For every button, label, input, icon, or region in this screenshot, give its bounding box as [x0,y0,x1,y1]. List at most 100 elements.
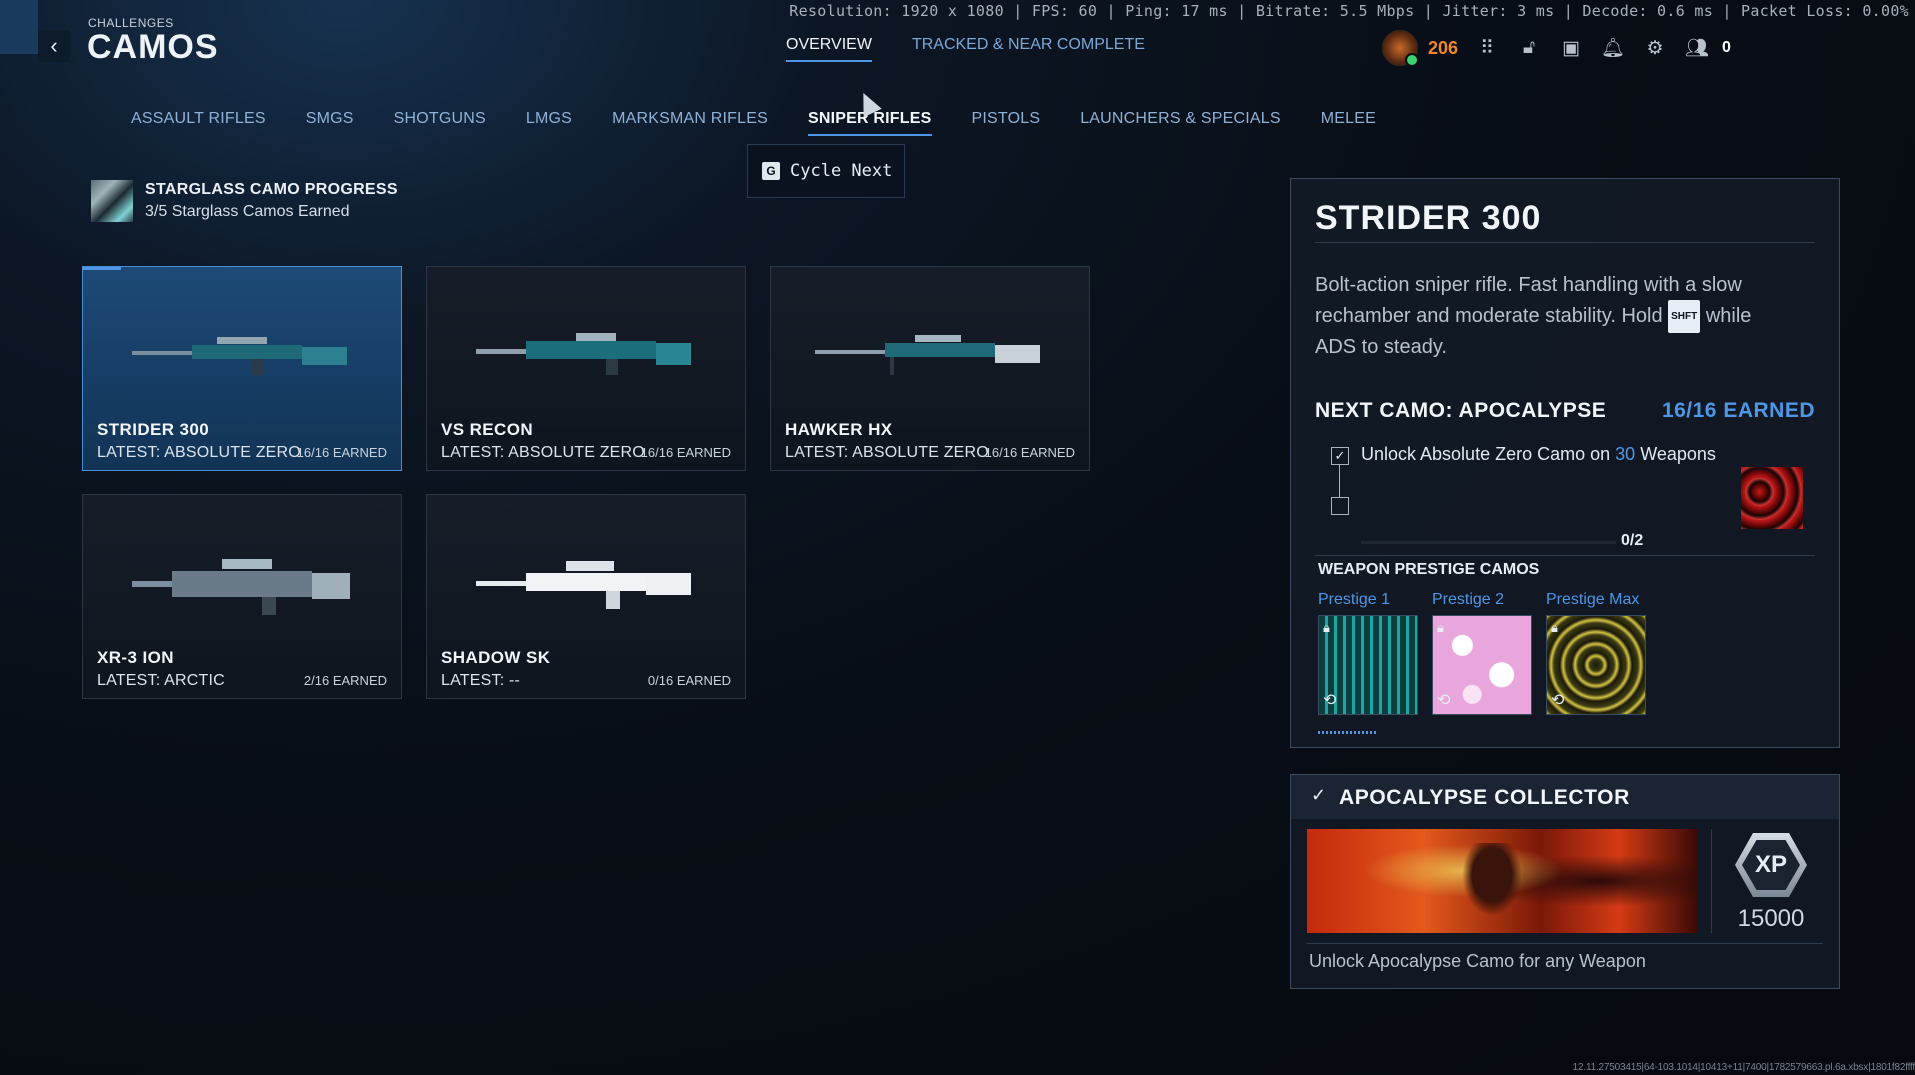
scroll-indicator [1318,731,1378,734]
checkbox-checked-icon: ✓ [1331,447,1349,465]
collector-artwork [1307,829,1697,933]
key-g-icon: G [762,162,780,180]
weapon-name: XR-3 ION [97,648,174,667]
weapon-name: SHADOW SK [441,648,551,667]
sniper-rifle-icon [476,561,691,609]
prestige-1[interactable]: Prestige 1 🔒︎ ⟲ [1318,591,1418,715]
progress-title: STARGLASS CAMO PROGRESS [145,181,398,198]
weapon-earned: 2/16 EARNED [303,673,387,688]
sniper-rifle-icon [132,337,347,375]
weapon-card-vs-recon[interactable]: VS RECON LATEST: ABSOLUTE ZERO 16/16 EAR… [426,266,746,471]
connector-line [1339,465,1340,497]
collector-header: ✓ APOCALYPSE COLLECTOR [1291,775,1839,819]
tab-launchers-specials[interactable]: LAUNCHERS & SPECIALS [1080,110,1281,136]
challenge-progress-bar [1361,541,1616,544]
tab-shotguns[interactable]: SHOTGUNS [394,110,486,136]
apocalypse-camo-swatch [1741,467,1803,529]
progress-subtitle: 3/5 Starglass Camos Earned [145,203,350,220]
weapon-card-xr-3-ion[interactable]: XR-3 ION LATEST: ARCTIC 2/16 EARNED [82,494,402,699]
bell-icon[interactable]: 🔔︎ [1600,35,1626,61]
divider [1315,242,1815,243]
camos-earned-count: 16/16 EARNED [1661,399,1815,422]
currency-count: 206 [1428,37,1459,58]
shift-key-icon: SHFT [1668,300,1701,333]
camera-icon[interactable]: ▣ [1558,35,1584,61]
page-title: CAMOS [87,28,219,66]
prestige-label: Prestige Max [1546,591,1640,608]
apocalypse-collector-panel[interactable]: ✓ APOCALYPSE COLLECTOR XP 15000 Unlock A… [1290,774,1840,989]
tooltip-label: Cycle Next [790,161,893,181]
prestige-max[interactable]: Prestige Max 🔒︎ ⟲ [1546,591,1646,715]
weapon-earned: 16/16 EARNED [984,445,1075,460]
prestige-2[interactable]: Prestige 2 🔒︎ ⟲ [1432,591,1532,715]
weapon-card-shadow-sk[interactable]: SHADOW SK LATEST: -- 0/16 EARNED [426,494,746,699]
next-camo-label: NEXT CAMO: APOCALYPSE [1315,399,1607,422]
weapon-name: VS RECON [441,420,533,439]
weapon-card-hawker-hx[interactable]: HAWKER HX LATEST: ABSOLUTE ZERO 16/16 EA… [770,266,1090,471]
tab-tracked-near-complete[interactable]: TRACKED & NEAR COMPLETE [912,36,1145,62]
lock-icon: 🔒︎ [1551,620,1558,635]
challenge-requirement: Unlock Absolute Zero Camo on 30 Weapons [1361,444,1716,465]
unlock-icon[interactable]: 🔓︎ [1516,35,1542,61]
weapon-earned: 16/16 EARNED [296,445,387,460]
weapon-card-strider-300[interactable]: STRIDER 300 LATEST: ABSOLUTE ZERO 16/16 … [82,266,402,471]
prestige-2-swatch: 🔒︎ ⟲ [1432,615,1532,715]
selection-indicator [83,267,121,270]
starglass-camo-icon [91,180,133,222]
requirement-count: 30 [1615,444,1636,464]
challenge-progress-label: 0/2 [1621,532,1644,549]
stream-stats-bar: Resolution: 1920 x 1080 | FPS: 60 | Ping… [789,2,1909,20]
tab-assault-rifles[interactable]: ASSAULT RIFLES [131,110,266,136]
prestige-label: Prestige 1 [1318,591,1391,608]
prestige-label: Prestige 2 [1432,591,1505,608]
sniper-rifle-icon [476,333,691,375]
starglass-progress: STARGLASS CAMO PROGRESS 3/5 Starglass Ca… [91,180,398,222]
lock-icon: 🔒︎ [1437,620,1444,635]
weapon-description: Bolt-action sniper rifle. Fast handling … [1315,271,1785,362]
lock-icon: 🔒︎ [1323,620,1330,635]
player-emblem[interactable] [1382,30,1419,67]
collector-description: Unlock Apocalypse Camo for any Weapon [1309,951,1646,971]
checkbox-empty-icon [1331,497,1349,515]
prestige-max-swatch: 🔒︎ ⟲ [1546,615,1646,715]
weapon-latest: LATEST: ABSOLUTE ZERO [441,444,645,461]
build-string: 12.11.27503415|64-103.1014|10413+11|7400… [1572,1062,1915,1073]
xp-badge-icon: XP [1731,829,1811,901]
top-tabs: OVERVIEW TRACKED & NEAR COMPLETE [786,36,1145,62]
cycle-next-tooltip[interactable]: G Cycle Next [747,144,905,198]
weapon-name: HAWKER HX [785,420,893,439]
detail-title: STRIDER 300 [1315,199,1542,237]
tab-smgs[interactable]: SMGS [306,110,354,136]
tab-melee[interactable]: MELEE [1321,110,1376,136]
weapon-name: STRIDER 300 [97,420,210,439]
collector-title: APOCALYPSE COLLECTOR [1339,786,1630,809]
xp-reward-value: 15000 [1737,905,1805,932]
party-count: 0 [1722,39,1731,56]
grid-icon[interactable]: ⠿ [1474,35,1500,61]
side-menu-tab[interactable] [0,0,38,54]
checkmark-icon: ✓ [1311,785,1327,805]
requirement-text: Unlock Absolute Zero Camo on [1361,444,1611,464]
category-tabs: ASSAULT RIFLES SMGS SHOTGUNS LMGS MARKSM… [131,110,1416,136]
prestige-camos: Prestige 1 🔒︎ ⟲ Prestige 2 🔒︎ ⟲ Prestige… [1318,591,1646,715]
tab-pistols[interactable]: PISTOLS [972,110,1041,136]
party-icon[interactable]: 👥︎ [1684,35,1710,61]
gear-icon[interactable]: ⚙ [1642,35,1668,61]
sniper-rifle-icon [815,335,1040,375]
sniper-rifle-icon [132,559,350,615]
weapon-detail-panel: STRIDER 300 Bolt-action sniper rifle. Fa… [1290,178,1840,748]
back-button[interactable]: ‹ [38,30,70,62]
chevron-left-icon: ‹ [50,33,58,58]
divider [1315,555,1815,556]
weapon-latest: LATEST: ABSOLUTE ZERO [97,444,301,461]
divider [1711,829,1712,933]
weapon-earned: 0/16 EARNED [647,673,731,688]
requirement-text-end: Weapons [1640,444,1716,464]
tab-marksman-rifles[interactable]: MARKSMAN RIFLES [612,110,768,136]
tab-lmgs[interactable]: LMGS [526,110,572,136]
prestige-badge-icon: ⟲ [1437,692,1451,709]
tab-overview[interactable]: OVERVIEW [786,36,872,62]
weapon-earned: 16/16 EARNED [640,445,731,460]
prestige-1-swatch: 🔒︎ ⟲ [1318,615,1418,715]
weapon-latest: LATEST: ARCTIC [97,672,225,689]
